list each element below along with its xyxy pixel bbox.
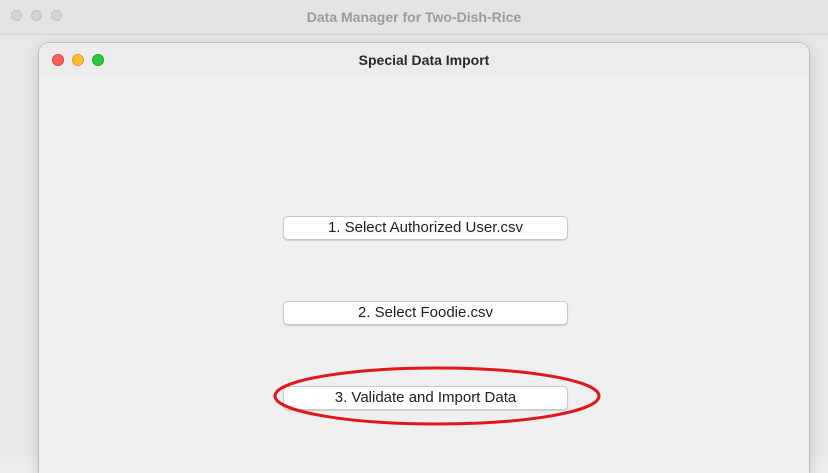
dialog-titlebar: Special Data Import bbox=[39, 43, 809, 76]
main-window-title: Data Manager for Two-Dish-Rice bbox=[306, 9, 522, 25]
dialog-content: 1. Select Authorized User.csv 2. Select … bbox=[39, 76, 809, 473]
validate-import-button[interactable]: 3. Validate and Import Data bbox=[283, 386, 568, 410]
main-window-titlebar: Data Manager for Two-Dish-Rice bbox=[0, 0, 828, 35]
special-data-import-dialog: Special Data Import 1. Select Authorized… bbox=[39, 43, 809, 473]
select-foodie-button[interactable]: 2. Select Foodie.csv bbox=[283, 301, 568, 325]
dialog-title: Special Data Import bbox=[358, 52, 490, 68]
select-authorized-user-button[interactable]: 1. Select Authorized User.csv bbox=[283, 216, 568, 240]
